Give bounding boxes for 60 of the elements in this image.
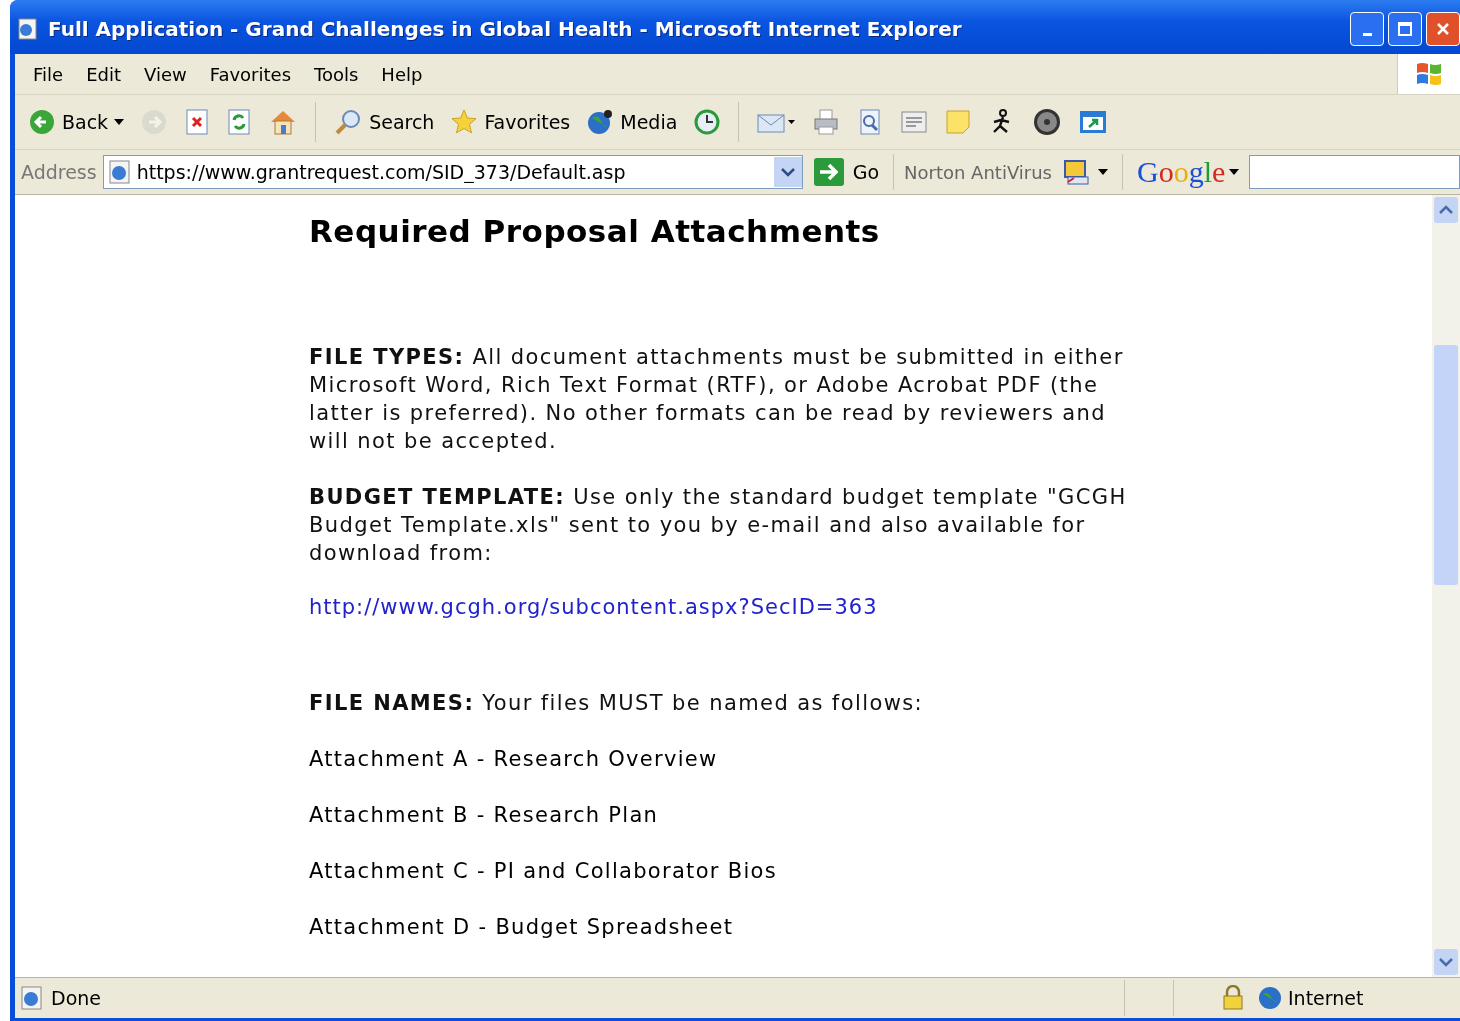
menu-item[interactable]: Help <box>375 63 440 85</box>
link[interactable]: http://www.gcgh.org/subcontent.aspx?SecID=363 <box>309 595 878 619</box>
status-text: Done <box>51 987 101 1009</box>
paragraph: FILE TYPES: All document attachments must be submitted in either Microsoft Word, Rich Text Format (RTF), or Adobe Acrobat PDF (the latter is preferred). No other formats can be read by reviewers and will not be accepted. <box>309 344 1125 455</box>
media-button[interactable]: Media <box>583 106 681 138</box>
close-icon <box>1435 21 1451 37</box>
favorites-button[interactable]: Favorites <box>447 106 574 138</box>
page-heading: Required Proposal Attachments <box>309 213 881 249</box>
minimize-icon <box>1362 32 1372 36</box>
maximize-button[interactable] <box>1388 12 1422 46</box>
close-button[interactable] <box>1426 12 1460 46</box>
note-icon <box>944 108 973 136</box>
refresh-icon <box>226 108 253 136</box>
page-icon <box>106 159 133 185</box>
menu-item[interactable]: View <box>138 63 204 85</box>
globe-icon <box>586 108 615 136</box>
disc-icon <box>1032 107 1063 137</box>
document-icon <box>900 108 929 136</box>
google-button[interactable]: Google <box>1133 155 1244 189</box>
search-button[interactable]: Search <box>330 106 438 138</box>
printer-icon <box>812 108 841 136</box>
scroll-up-button[interactable] <box>1434 197 1458 223</box>
star-icon <box>450 108 479 136</box>
caret-icon <box>114 118 125 126</box>
go-button[interactable]: Go <box>808 157 884 187</box>
google-search-field[interactable] <box>1249 155 1460 189</box>
page-icon <box>19 985 45 1011</box>
paragraph: BUDGET TEMPLATE: Use only the standard budget template "GCGH Budget Template.xls" sent to you by e-mail and also available for download from: <box>309 484 1128 567</box>
address-field[interactable]: https://www.grantrequest.com/SID_373/Default.asp <box>102 155 803 189</box>
file-name-item: Attachment B - Research Plan <box>309 802 659 829</box>
back-button[interactable]: Back <box>25 106 128 138</box>
caret-icon <box>780 167 795 177</box>
menu-item[interactable]: File <box>27 63 81 85</box>
minimize-button[interactable] <box>1350 12 1384 46</box>
address-label: Address <box>21 161 97 183</box>
globe-icon <box>1258 986 1282 1010</box>
caret-icon <box>1439 957 1453 967</box>
stop-icon <box>184 108 211 136</box>
scrollbar-thumb[interactable] <box>1434 345 1458 585</box>
dropdown-button[interactable] <box>773 157 802 187</box>
caret-icon <box>1098 168 1108 176</box>
caret-icon <box>1439 205 1453 215</box>
scroll-down-button[interactable] <box>1434 949 1458 975</box>
window-icon <box>1078 108 1109 136</box>
page-icon <box>16 17 40 41</box>
menu-item[interactable]: Tools <box>308 63 376 85</box>
file-name-item: Attachment D - Budget Spreadsheet <box>309 914 734 941</box>
file-name-item: Attachment C - PI and Collaborator Bios <box>309 858 777 885</box>
file-name-item: Attachment A - Research Overview <box>309 746 718 773</box>
clock-icon <box>693 108 722 136</box>
caret-icon <box>1229 168 1240 176</box>
norton-label: Norton AntiVirus <box>904 161 1052 183</box>
lock-icon <box>1222 985 1244 1011</box>
paragraph: FILE NAMES: Your files MUST be named as follows: <box>309 690 925 717</box>
menu-item[interactable]: Favorites <box>203 63 308 85</box>
maximize-icon <box>1397 21 1413 37</box>
monitor-icon <box>1062 158 1090 186</box>
security-zone: Internet <box>1288 987 1365 1009</box>
window-title: Full Application - Grand Challenges in Global Health - Microsoft Internet Explorer <box>48 17 963 41</box>
menu-item[interactable]: Edit <box>80 63 138 85</box>
